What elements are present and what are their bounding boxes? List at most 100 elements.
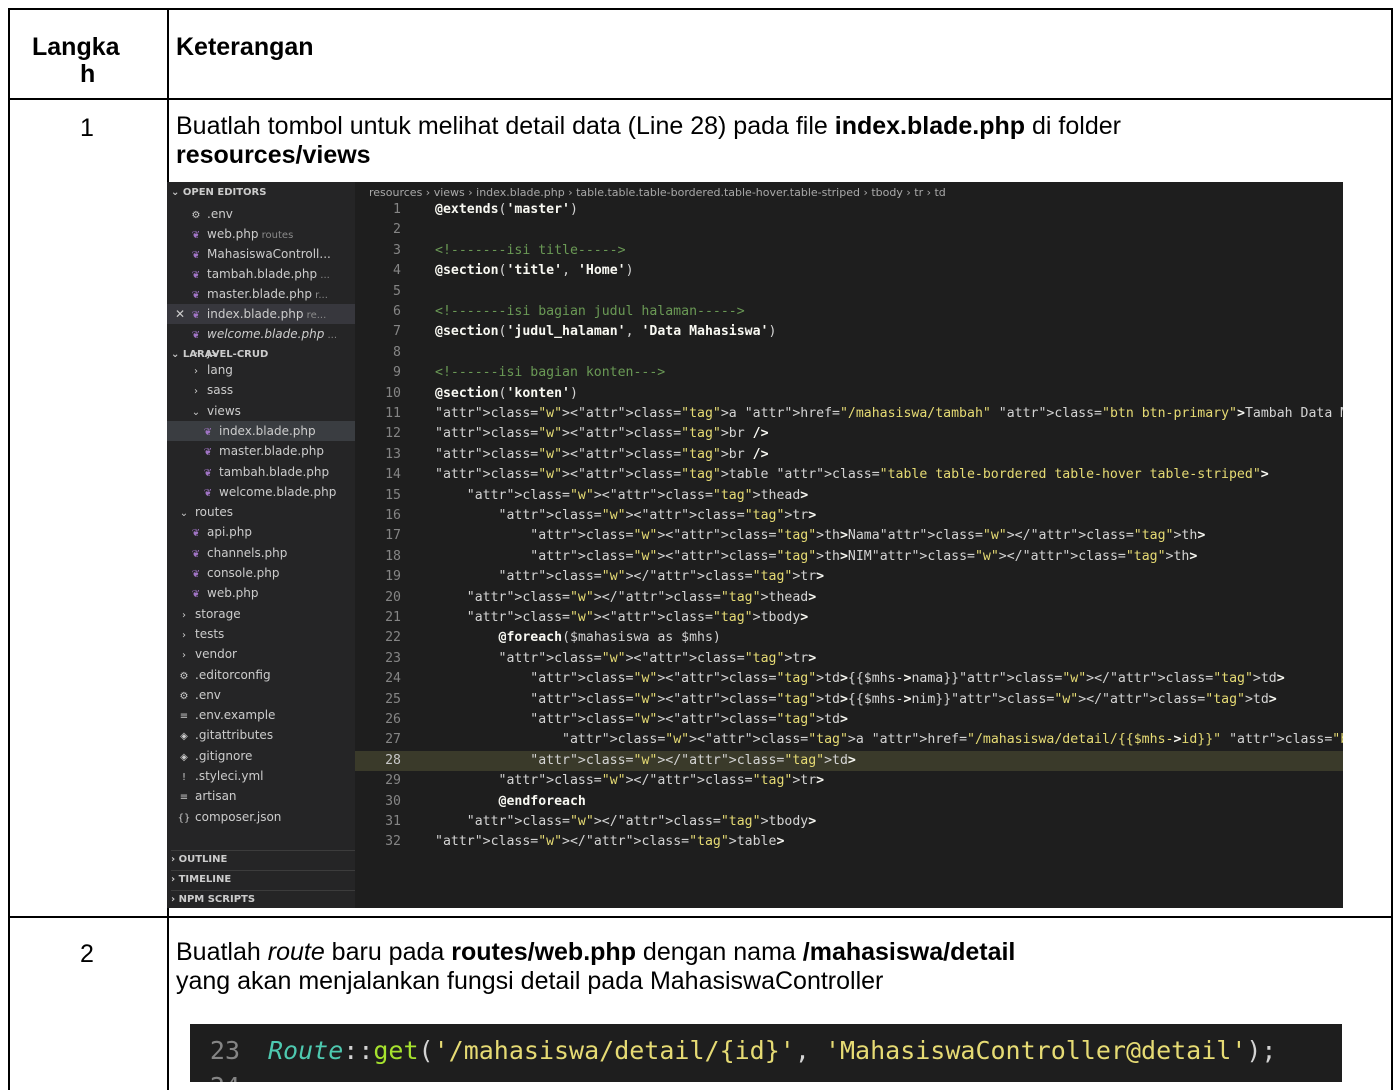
chevron-down-icon: ⌄ <box>179 508 189 520</box>
code-line[interactable]: 5 <box>355 282 1343 302</box>
tree-item[interactable]: › lang <box>189 360 233 380</box>
outline-section[interactable]: › OUTLINE <box>171 850 355 869</box>
code-line[interactable]: 22 @foreach($mahasiswa as $mhs) <box>355 628 1343 648</box>
file-name: api.php <box>207 525 252 540</box>
code-line[interactable]: 8 <box>355 343 1343 363</box>
code-line[interactable]: 10 @section('konten') <box>355 384 1343 404</box>
diamond-icon: ◈ <box>180 731 188 743</box>
tree-item[interactable]: ❦ console.php <box>189 563 280 583</box>
open-editor-item[interactable]: ⚙ .env <box>189 204 233 224</box>
code-line[interactable]: 2 <box>355 220 1343 240</box>
code-line[interactable]: 29 "attr">class="w"></"attr">class="tag"… <box>355 771 1343 791</box>
code-line[interactable]: 28 "attr">class="w"></"attr">class="tag"… <box>355 750 1343 772</box>
code-line[interactable]: 18 "attr">class="w"><"attr">class="tag">… <box>355 547 1343 567</box>
tree-item[interactable]: ◈ .gitattributes <box>177 725 273 745</box>
code-line[interactable]: 4 @section('title', 'Home') <box>355 261 1343 281</box>
line-number: 8 <box>393 344 401 360</box>
line-number: 4 <box>393 263 401 279</box>
code-line[interactable]: 17 "attr">class="w"><"attr">class="tag">… <box>355 526 1343 546</box>
tree-item[interactable]: ❦ channels.php <box>189 543 288 563</box>
bang-icon: ! <box>181 772 186 783</box>
line-number: 30 <box>385 793 401 809</box>
close-paren: ); <box>1246 1036 1277 1065</box>
code-line[interactable]: 21 "attr">class="w"><"attr">class="tag">… <box>355 608 1343 628</box>
code-line[interactable]: 30 @endforeach <box>355 792 1343 812</box>
tree-item[interactable]: › sass <box>189 380 233 400</box>
tree-item[interactable]: ❦ master.blade.php <box>201 441 324 461</box>
code-line[interactable]: 11 "attr">class="w"><"attr">class="tag">a… <box>355 404 1343 424</box>
code-line[interactable]: 12 "attr">class="w"><"attr">class="tag">b… <box>355 424 1343 444</box>
php-icon: ❦ <box>191 230 201 241</box>
line-number: 2 <box>393 222 401 238</box>
file-name: console.php <box>207 566 280 580</box>
row-divider <box>10 98 1391 100</box>
line-number: 17 <box>385 528 401 544</box>
tree-item[interactable]: › vendor <box>177 644 237 664</box>
tree-item[interactable]: ❦ welcome.blade.php <box>201 482 337 502</box>
line-number: 14 <box>385 467 401 483</box>
line-number: 5 <box>393 283 401 299</box>
tree-item[interactable]: ≡ .env.example <box>177 705 276 725</box>
code-line[interactable]: 23 "attr">class="w"><"attr">class="tag">… <box>355 649 1343 669</box>
step-description: Buatlah tombol untuk melihat detail data… <box>176 112 1121 169</box>
tree-item[interactable]: › js <box>189 352 217 360</box>
tree-item[interactable]: ≡ artisan <box>177 786 237 806</box>
tree-item[interactable]: ⚙ .env <box>177 685 221 705</box>
tree-item[interactable]: ! .styleci.yml <box>177 766 263 786</box>
code-line[interactable]: 24 "attr">class="w"><"attr">class="tag">… <box>355 669 1343 689</box>
step-number: 1 <box>80 114 94 142</box>
tree-item[interactable]: ⚙ .editorconfig <box>177 665 271 685</box>
tree-item[interactable]: {} composer.json <box>177 807 282 827</box>
code-line[interactable]: 31 "attr">class="w"></"attr">class="tag"… <box>355 812 1343 832</box>
file-name: tambah.blade.php <box>207 267 318 281</box>
tree-item[interactable]: ❦ web.php <box>189 583 259 603</box>
tree-item[interactable]: ◈ .gitignore <box>177 746 252 766</box>
tree-item[interactable]: ❦ tambah.blade.php <box>201 462 329 482</box>
open-editor-item[interactable]: ❦ tambah.blade.php ... <box>189 264 330 284</box>
line-number: 7 <box>393 324 401 340</box>
open-editor-item[interactable]: ❦ MahasiswaControll... <box>189 244 331 264</box>
code-line[interactable]: 19 "attr">class="w"></"attr">class="tag"… <box>355 567 1343 587</box>
open-editor-item[interactable]: ❦ master.blade.php r... <box>189 284 328 304</box>
file-name: vendor <box>195 647 237 662</box>
open-editor-item[interactable]: ❦ welcome.blade.php ... <box>189 324 337 344</box>
tree-item[interactable]: › tests <box>177 624 224 644</box>
code-line[interactable]: 15 "attr">class="w"><"attr">class="tag">… <box>355 486 1343 506</box>
tree-item[interactable]: ❦ api.php <box>189 522 252 542</box>
code-line[interactable]: 26 "attr">class="w"><"attr">class="tag">… <box>355 710 1343 730</box>
code-line[interactable]: 20 "attr">class="w"></"attr">class="tag"… <box>355 588 1343 608</box>
code-line[interactable]: 7 @section('judul_halaman', 'Data Mahasis… <box>355 322 1343 342</box>
code-line[interactable]: 14 "attr">class="w"><"attr">class="tag">t… <box>355 465 1343 485</box>
tree-item[interactable]: ⌄ routes <box>177 502 233 522</box>
code-line[interactable]: 1 @extends('master') <box>355 200 1343 220</box>
file-name: js <box>207 352 217 359</box>
code-line[interactable]: 32 "attr">class="w"></"attr">class="tag">… <box>355 832 1343 852</box>
tree-item[interactable]: › storage <box>177 604 241 624</box>
code-line[interactable]: 6 <!-------isi bagian judul halaman-----> <box>355 302 1343 322</box>
code-line[interactable]: 13 "attr">class="w"><"attr">class="tag">b… <box>355 445 1343 465</box>
code-line[interactable]: 3 <!-------isi title-----> <box>355 241 1343 261</box>
open-editor-item[interactable]: ❦ web.php routes <box>189 224 293 244</box>
open-editors-title[interactable]: ⌄ OPEN EDITORS <box>171 184 266 202</box>
line-number: 23 <box>385 650 401 666</box>
timeline-section[interactable]: › TIMELINE <box>171 870 355 889</box>
file-name: sass <box>207 383 234 398</box>
file-hint: routes <box>258 230 294 241</box>
close-icon[interactable]: ✕ <box>175 307 185 321</box>
code-line[interactable]: 25 "attr">class="w"><"attr">class="tag">… <box>355 690 1343 710</box>
npm-scripts-section[interactable]: › NPM SCRIPTS <box>171 890 355 908</box>
line-number: 9 <box>393 365 401 381</box>
line-number: 25 <box>385 691 401 707</box>
file-name: index.blade.php <box>206 307 304 321</box>
line-number: 23 <box>209 1036 240 1065</box>
code-line[interactable]: 16 "attr">class="w"><"attr">class="tag">… <box>355 506 1343 526</box>
chevron-right-icon: › <box>182 609 186 621</box>
file-name: .editorconfig <box>195 667 271 682</box>
code-line[interactable]: 9 <!------isi bagian konten---> <box>355 363 1343 383</box>
open-editor-item[interactable]: ✕ ❦ index.blade.php re... <box>167 304 355 324</box>
route-next-line: 24 <box>190 1072 268 1082</box>
row-divider <box>10 916 1391 918</box>
code-line[interactable]: 27 "attr">class="w"><"attr">class="tag">… <box>355 730 1343 750</box>
file-hint: re... <box>303 310 327 321</box>
tree-item[interactable]: ⌄ views <box>189 401 241 421</box>
